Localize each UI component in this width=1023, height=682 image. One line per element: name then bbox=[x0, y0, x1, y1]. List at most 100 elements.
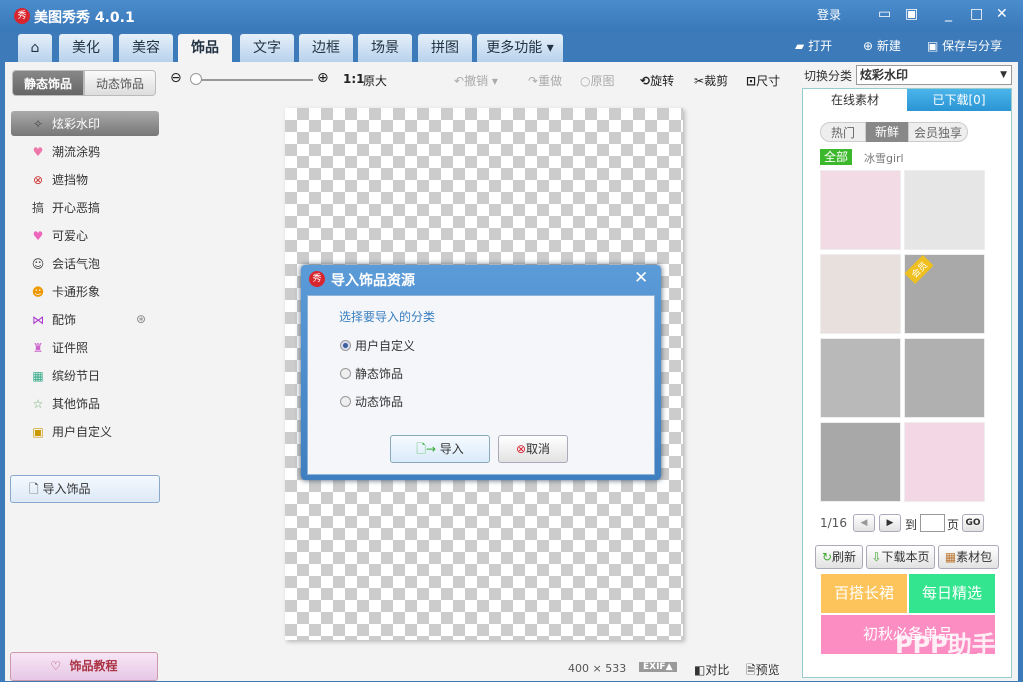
material-thumbnail[interactable] bbox=[820, 422, 901, 502]
material-thumbnail[interactable] bbox=[904, 422, 985, 502]
left-item[interactable]: ☻ 卡通形象 bbox=[30, 281, 100, 303]
tab-beauty[interactable]: 美容 bbox=[119, 34, 173, 62]
page-indicator: 1/16 bbox=[820, 516, 847, 530]
image-width: 400 bbox=[568, 662, 589, 675]
tutorial-button[interactable]: ♡ 饰品教程 bbox=[10, 652, 158, 681]
rotate-icon: ⟲ bbox=[640, 74, 651, 88]
material-pack-button[interactable]: ▦素材包 bbox=[938, 545, 999, 569]
left-item[interactable]: ♥ 可爱心 bbox=[30, 225, 88, 247]
zoom-slider-handle[interactable] bbox=[190, 73, 202, 85]
left-item[interactable]: ▣ 用户自定义 bbox=[30, 421, 112, 443]
save-share-button[interactable]: ▣ 保存与分享 bbox=[927, 37, 1002, 54]
watermark-text: PP助手 bbox=[912, 631, 996, 659]
left-item[interactable]: ☺ 会话气泡 bbox=[30, 253, 100, 275]
left-item[interactable]: ⋈ 配饰 bbox=[30, 309, 76, 331]
open-button[interactable]: ▰ 打开 bbox=[795, 37, 832, 54]
radio-dynamic[interactable]: 动态饰品 bbox=[340, 393, 403, 410]
skin-icon[interactable]: ▣ bbox=[905, 6, 918, 22]
minimize-button[interactable]: _ bbox=[945, 6, 952, 22]
redo-label: 重做 bbox=[538, 74, 563, 88]
import-accessories-button[interactable]: 🗋 导入饰品 bbox=[10, 475, 160, 503]
tab-frame[interactable]: 边框 bbox=[299, 34, 353, 62]
filter-new[interactable]: 新鲜 bbox=[866, 122, 908, 142]
tab-home[interactable]: ⌂ bbox=[18, 34, 52, 62]
tag-all[interactable]: 全部 bbox=[820, 149, 852, 165]
tab-beautify[interactable]: 美化 bbox=[59, 34, 113, 62]
left-item[interactable]: ♥ 潮流涂鸦 bbox=[30, 141, 100, 163]
left-item-label: 遮挡物 bbox=[52, 173, 89, 187]
left-item-label: 开心恶搞 bbox=[52, 201, 101, 215]
tab-scene[interactable]: 场景 bbox=[358, 34, 412, 62]
category-select[interactable]: 炫彩水印 ▼ bbox=[856, 65, 1012, 85]
new-label: 新建 bbox=[876, 39, 901, 53]
crop-button[interactable]: ✂裁剪 bbox=[694, 72, 728, 89]
tab-collage[interactable]: 拼图 bbox=[418, 34, 472, 62]
banner-daily-picks[interactable]: 每日精选 bbox=[909, 574, 995, 613]
material-thumbnail[interactable] bbox=[820, 254, 901, 334]
cancel-button[interactable]: ⊗取消 bbox=[498, 435, 568, 463]
refresh-button[interactable]: ↻刷新 bbox=[815, 545, 863, 569]
left-item[interactable]: ⊗ 遮挡物 bbox=[30, 169, 88, 191]
dialog-close-button[interactable]: ✕ bbox=[634, 268, 648, 288]
expand-icon[interactable]: ⊛ bbox=[136, 312, 146, 326]
left-item[interactable]: ☆ 其他饰品 bbox=[30, 393, 100, 415]
zoom-reset-button[interactable]: 1:1 bbox=[343, 72, 365, 86]
left-item-label: 炫彩水印 bbox=[52, 117, 101, 131]
home-icon: ⌂ bbox=[30, 40, 40, 56]
login-link[interactable]: 登录 bbox=[817, 6, 841, 23]
left-item[interactable]: ✧ 炫彩水印 bbox=[30, 113, 100, 135]
resize-button[interactable]: ⊡尺寸 bbox=[746, 72, 780, 89]
download-page-button[interactable]: ⇩下载本页 bbox=[866, 545, 935, 569]
zoom-out-icon[interactable]: ⊖ bbox=[170, 70, 182, 86]
rotate-button[interactable]: ⟲旋转 bbox=[640, 72, 674, 89]
app-title: 美图秀秀 4.0.1 bbox=[34, 10, 135, 26]
page-input[interactable] bbox=[920, 514, 945, 532]
prev-page-button[interactable]: ◀ bbox=[853, 514, 875, 532]
static-accessories-tab[interactable]: 静态饰品 bbox=[12, 70, 84, 96]
undo-button[interactable]: ↶撤销 ▾ bbox=[454, 72, 498, 89]
redo-button[interactable]: ↷重做 bbox=[528, 72, 562, 89]
folder-icon: ▣ bbox=[32, 425, 44, 439]
zoom-in-icon[interactable]: ⊕ bbox=[317, 70, 329, 86]
heart-icon: ♥ bbox=[32, 229, 44, 243]
new-button[interactable]: ⊕ 新建 bbox=[863, 37, 901, 54]
material-thumbnail[interactable] bbox=[904, 338, 985, 418]
left-item[interactable]: ♜ 证件照 bbox=[30, 337, 88, 359]
go-button[interactable]: GO bbox=[962, 514, 984, 532]
tutorial-icon: ♡ bbox=[50, 659, 62, 673]
filter-vip[interactable]: 会员独享 bbox=[908, 122, 968, 142]
star-icon: ☆ bbox=[32, 397, 44, 411]
original-button[interactable]: ○原图 bbox=[580, 72, 615, 89]
radio-static[interactable]: 静态饰品 bbox=[340, 365, 403, 382]
left-item[interactable]: ▦ 缤纷节日 bbox=[30, 365, 100, 387]
left-item-label: 用户自定义 bbox=[52, 425, 113, 439]
exif-button[interactable]: EXIF▲ bbox=[639, 662, 677, 672]
radio-user-defined[interactable]: 用户自定义 bbox=[340, 337, 415, 354]
original-size-button[interactable]: 原大 bbox=[363, 72, 387, 89]
material-thumbnail[interactable] bbox=[820, 338, 901, 418]
close-button[interactable]: ✕ bbox=[996, 6, 1008, 22]
dialog-logo-icon: 秀 bbox=[309, 271, 325, 287]
tab-more[interactable]: 更多功能 ▾ bbox=[477, 34, 563, 62]
left-item[interactable]: 搞开心恶搞 bbox=[30, 197, 100, 219]
compare-button[interactable]: ◧对比 bbox=[694, 661, 729, 678]
zoom-slider[interactable] bbox=[193, 79, 313, 81]
next-page-button[interactable]: ▶ bbox=[879, 514, 901, 532]
tab-online-materials[interactable]: 在线素材 bbox=[803, 89, 907, 111]
watermark-sub: 25PP.COM bbox=[930, 660, 985, 673]
tab-text[interactable]: 文字 bbox=[240, 34, 294, 62]
import-button[interactable]: 🗋→ 导入 bbox=[390, 435, 490, 463]
preview-button[interactable]: 🗎预览 bbox=[746, 661, 780, 682]
material-thumbnail[interactable] bbox=[820, 170, 901, 250]
tab-accessories[interactable]: 饰品 bbox=[178, 34, 232, 64]
dialog-title: 导入饰品资源 bbox=[331, 273, 415, 289]
feedback-icon[interactable]: ▭ bbox=[878, 6, 891, 22]
dynamic-accessories-tab[interactable]: 动态饰品 bbox=[84, 70, 156, 96]
tag-ice-girl[interactable]: 冰雪girl bbox=[864, 150, 904, 166]
banner-long-skirt[interactable]: 百搭长裙 bbox=[821, 574, 907, 613]
page-unit-label: 页 bbox=[947, 518, 960, 532]
material-thumbnail[interactable] bbox=[904, 170, 985, 250]
filter-hot[interactable]: 热门 bbox=[820, 122, 866, 142]
tab-downloaded[interactable]: 已下载[0] bbox=[907, 89, 1011, 111]
maximize-button[interactable]: □ bbox=[970, 6, 983, 22]
